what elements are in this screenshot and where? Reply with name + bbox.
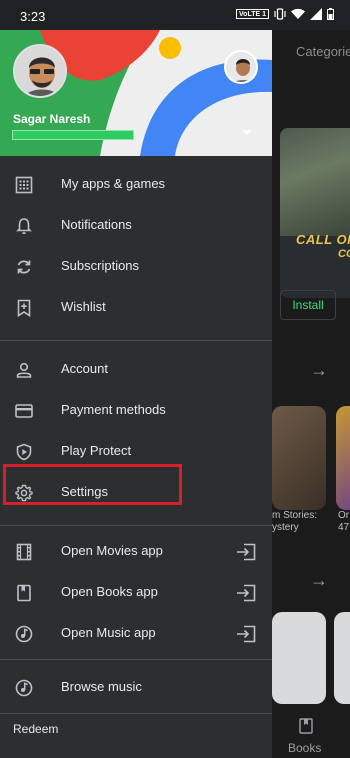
music-disc-icon bbox=[14, 678, 34, 698]
bookmark-add-icon bbox=[14, 298, 34, 318]
apps-grid-icon bbox=[14, 175, 34, 195]
signal-icon bbox=[310, 8, 322, 20]
wifi-icon bbox=[291, 8, 305, 19]
avatar[interactable] bbox=[13, 44, 67, 98]
menu-item-label: Play Protect bbox=[61, 443, 132, 458]
bottom-nav: Books bbox=[272, 704, 350, 758]
menu-item-label: Payment methods bbox=[61, 402, 166, 417]
battery-icon bbox=[327, 8, 334, 20]
background-content: Categorie CALL OF D CO Install → m Stori… bbox=[272, 30, 350, 758]
menu-item-label: Subscriptions bbox=[61, 258, 140, 273]
menu-item-label: Notifications bbox=[61, 217, 132, 232]
menu-item-open-movies-app[interactable]: Open Movies app bbox=[0, 531, 272, 572]
status-time: 3:23 bbox=[20, 9, 46, 24]
credit-card-icon bbox=[14, 401, 34, 421]
navigation-drawer: Sagar Naresh My apps & games Notificatio… bbox=[0, 30, 272, 758]
open-external-icon bbox=[237, 584, 256, 602]
game-title-line2: CO bbox=[338, 248, 350, 260]
menu-item-label: Open Movies app bbox=[61, 543, 163, 558]
arrow-right-icon[interactable]: → bbox=[310, 570, 328, 591]
user-name: Sagar Naresh bbox=[13, 112, 91, 126]
app-tile-2[interactable] bbox=[336, 406, 350, 510]
open-external-icon bbox=[237, 543, 256, 561]
person-icon bbox=[14, 360, 34, 380]
menu-item-account[interactable]: Account bbox=[0, 349, 272, 390]
menu-item-open-books-app[interactable]: Open Books app bbox=[0, 572, 272, 613]
menu-item-settings[interactable]: Settings bbox=[0, 472, 272, 513]
nav-books-label[interactable]: Books bbox=[288, 741, 321, 755]
chevron-down-icon[interactable] bbox=[240, 126, 254, 138]
arrow-right-icon[interactable]: → bbox=[310, 360, 328, 381]
gear-icon bbox=[14, 483, 34, 503]
menu-item-play-protect[interactable]: Play Protect bbox=[0, 431, 272, 472]
tile2-caption-line2: 47 bbox=[338, 522, 350, 533]
menu-item-label: Open Books app bbox=[61, 584, 158, 599]
menu-item-my-apps-games[interactable]: My apps & games bbox=[0, 164, 272, 205]
tile1-caption-line1: m Stories: bbox=[272, 510, 318, 521]
drawer-menu: My apps & games Notifications Subscripti… bbox=[0, 156, 272, 714]
featured-game-card[interactable]: CALL OF D CO bbox=[280, 128, 350, 298]
menu-item-label: Settings bbox=[61, 484, 108, 499]
tile2-caption-line1: Or bbox=[338, 510, 350, 521]
menu-item-subscriptions[interactable]: Subscriptions bbox=[0, 246, 272, 287]
shield-play-icon bbox=[14, 442, 34, 462]
menu-item-label: Account bbox=[61, 361, 108, 376]
menu-item-label: Browse music bbox=[61, 679, 142, 694]
menu-item-open-music-app[interactable]: Open Music app bbox=[0, 613, 272, 654]
game-artwork bbox=[280, 128, 350, 236]
install-button[interactable]: Install bbox=[280, 290, 336, 320]
menu-item-browse-music[interactable]: Browse music bbox=[0, 667, 272, 708]
divider bbox=[0, 713, 272, 714]
status-bar: 3:23 VoLTE 1 bbox=[0, 0, 350, 30]
redeem-link[interactable]: Redeem bbox=[13, 722, 58, 736]
menu-item-payment-methods[interactable]: Payment methods bbox=[0, 390, 272, 431]
music-disc-icon bbox=[14, 624, 34, 644]
app-tile-4[interactable] bbox=[334, 612, 350, 704]
redacted-email bbox=[12, 130, 134, 140]
books-icon bbox=[299, 718, 313, 734]
bell-icon bbox=[14, 216, 34, 236]
menu-item-wishlist[interactable]: Wishlist bbox=[0, 287, 272, 328]
refresh-icon bbox=[14, 257, 34, 277]
menu-item-label: My apps & games bbox=[61, 176, 166, 191]
menu-item-label: Wishlist bbox=[61, 299, 106, 314]
volte-badge: VoLTE 1 bbox=[236, 9, 269, 19]
tile1-caption-line2: ystery bbox=[272, 522, 299, 533]
open-external-icon bbox=[237, 625, 256, 643]
vibrate-icon bbox=[274, 8, 286, 20]
game-title-line1: CALL OF D bbox=[296, 232, 350, 247]
secondary-account-avatar[interactable] bbox=[224, 50, 258, 84]
app-tile-3[interactable] bbox=[272, 612, 326, 704]
menu-item-notifications[interactable]: Notifications bbox=[0, 205, 272, 246]
menu-item-label: Open Music app bbox=[61, 625, 156, 640]
book-icon bbox=[14, 583, 34, 603]
app-tile-1[interactable] bbox=[272, 406, 326, 510]
film-icon bbox=[14, 542, 34, 562]
account-header: Sagar Naresh bbox=[0, 30, 272, 156]
status-icons: VoLTE 1 bbox=[236, 8, 334, 20]
tab-categories[interactable]: Categorie bbox=[296, 44, 350, 59]
